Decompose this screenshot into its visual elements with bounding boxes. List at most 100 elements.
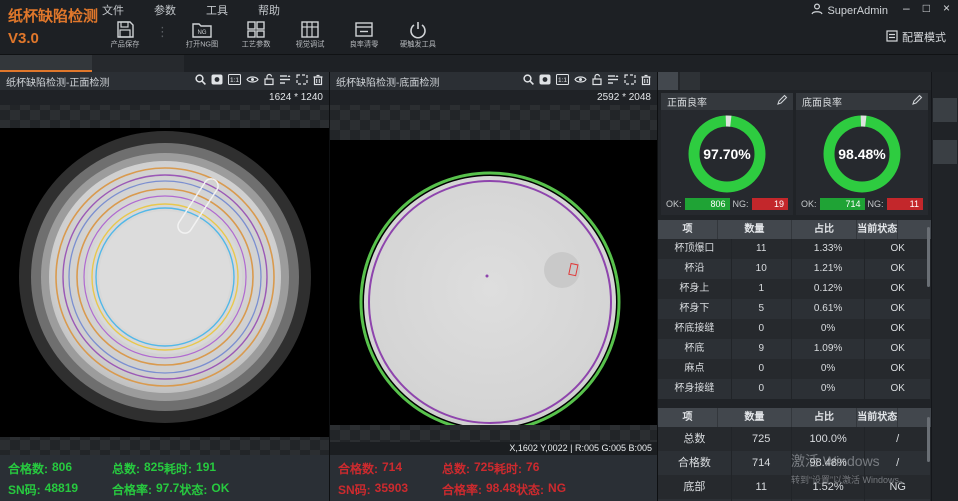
- table-row[interactable]: 底部111.52%NG: [658, 475, 931, 499]
- yield-gauge-card: 底面良率 98.48% OK: 714 NG: 1: [796, 93, 928, 215]
- front-stats: 合格数:806总数:825耗时:191 SN码:48819合格率:97.7状态:…: [0, 455, 329, 501]
- menu-item[interactable]: 文件: [102, 2, 124, 18]
- panel-tab[interactable]: [680, 72, 700, 90]
- toolbar-divider: ⋮: [156, 24, 169, 40]
- fit-icon[interactable]: [211, 74, 223, 88]
- user-area[interactable]: SuperAdmin: [811, 3, 888, 18]
- yield-reset-label: 良率清零: [350, 40, 379, 50]
- front-image[interactable]: [0, 128, 329, 437]
- save-product-label: 产品保存: [111, 40, 140, 50]
- table-header-cell: 占比: [792, 220, 858, 239]
- trash-icon[interactable]: [313, 74, 323, 88]
- menu-item[interactable]: 帮助: [258, 2, 280, 18]
- bottom-cup-graphic: [330, 140, 657, 425]
- vision-debug-button[interactable]: 视觉调试: [285, 21, 335, 50]
- zoom-icon[interactable]: [195, 74, 206, 88]
- ok-label: OK:: [801, 199, 817, 209]
- one-to-one-icon[interactable]: 1:1: [556, 74, 569, 88]
- main-tab[interactable]: [92, 55, 184, 72]
- crop-icon[interactable]: [296, 74, 308, 88]
- svg-text:98.48%: 98.48%: [838, 146, 886, 162]
- config-mode-button[interactable]: 配置模式: [886, 29, 946, 45]
- process-params-button[interactable]: 工艺参数: [231, 21, 281, 50]
- table-row[interactable]: 杯身下50.61%OK: [658, 299, 931, 319]
- yield-gauge-card: 正面良率 97.70% OK: 806 NG: 1: [661, 93, 793, 215]
- edit-pencil-icon[interactable]: [777, 95, 787, 108]
- bottom-image[interactable]: [330, 140, 657, 425]
- ok-count: 714: [820, 198, 865, 210]
- yield-reset-button[interactable]: 良率清零: [339, 21, 389, 50]
- table-header-cell: 当前状态: [857, 220, 898, 239]
- table-row[interactable]: 合格数71498.48%/: [658, 451, 931, 475]
- summary-scrollbar[interactable]: [927, 417, 930, 462]
- table-header-cell: 项: [658, 220, 718, 239]
- defect-table-body: 杯顶爆口111.33%OK 杯沿101.21%OK 杯身上10.12%OK 杯身…: [658, 239, 931, 399]
- gauge-donut: 97.70%: [661, 110, 793, 198]
- main-tab[interactable]: [0, 55, 92, 72]
- hard-trigger-button[interactable]: 硬触发工具: [393, 21, 443, 50]
- table-row[interactable]: 杯顶爆口111.33%OK: [658, 239, 931, 259]
- svg-text:1:1: 1:1: [558, 77, 567, 84]
- table-row[interactable]: 总数725100.0%/: [658, 427, 931, 451]
- levels-icon[interactable]: [607, 74, 619, 88]
- table-header-cell: 当前状态: [857, 408, 898, 427]
- window-controls: – □ ×: [903, 1, 950, 15]
- crop-icon[interactable]: [624, 74, 636, 88]
- open-ng-folder-icon: NG: [192, 21, 212, 38]
- table-row[interactable]: 杯身上10.12%OK: [658, 279, 931, 299]
- menu-item[interactable]: 参数: [154, 2, 176, 18]
- front-viewer-title: 纸杯缺陷检测-正面检测: [6, 74, 195, 89]
- side-tab[interactable]: [933, 140, 957, 164]
- one-to-one-icon[interactable]: 1:1: [228, 74, 241, 88]
- table-row[interactable]: 麻点00%OK: [658, 359, 931, 379]
- stat-item: 合格率:97.7: [112, 481, 179, 498]
- minimize-button[interactable]: –: [903, 1, 910, 15]
- workspace: 纸杯缺陷检测-正面检测 1:1 1624 * 1240: [0, 72, 958, 501]
- front-cup-graphic: [0, 128, 329, 437]
- front-viewer-header: 纸杯缺陷检测-正面检测 1:1: [0, 72, 329, 90]
- svg-text:1:1: 1:1: [230, 77, 239, 84]
- user-icon: [811, 3, 823, 18]
- yield-gauges: 正面良率 97.70% OK: 806 NG: 1: [658, 90, 931, 217]
- table-row[interactable]: 杯身接缝00%OK: [658, 379, 931, 399]
- unlock-icon[interactable]: [264, 74, 274, 88]
- table-header-cell: 数量: [718, 220, 792, 239]
- stat-item: 耗时:76: [494, 460, 539, 477]
- ok-count: 806: [685, 198, 730, 210]
- fit-icon[interactable]: [539, 74, 551, 88]
- bottom-resolution: 2592 * 2048: [597, 92, 651, 103]
- side-tab[interactable]: [933, 98, 957, 122]
- user-name: SuperAdmin: [827, 5, 888, 17]
- stat-item: SN码:35903: [338, 481, 442, 498]
- table-row[interactable]: 杯沿101.21%OK: [658, 259, 931, 279]
- defect-table: 项数量占比当前状态 杯顶爆口111.33%OK 杯沿101.21%OK 杯身上1…: [658, 220, 931, 399]
- trash-icon[interactable]: [641, 74, 651, 88]
- zoom-icon[interactable]: [523, 74, 534, 88]
- table-row[interactable]: 杯底接缝00%OK: [658, 319, 931, 339]
- edit-pencil-icon[interactable]: [912, 95, 922, 108]
- stat-item: 总数:725: [442, 460, 494, 477]
- panel-tab[interactable]: [658, 72, 678, 90]
- menu-item[interactable]: 工具: [206, 2, 228, 18]
- eye-icon[interactable]: [574, 74, 587, 88]
- bottom-image-area[interactable]: 2592 * 2048: [330, 90, 657, 455]
- front-image-area[interactable]: 1624 * 1240: [0, 90, 329, 455]
- app-logo: 纸杯缺陷检测 V3.0: [8, 6, 98, 50]
- close-button[interactable]: ×: [943, 1, 950, 15]
- open-ng-label: 打开NG图: [186, 40, 218, 50]
- front-viewer-toolbar: 1:1: [195, 74, 323, 88]
- stat-item: 状态:NG: [516, 481, 566, 498]
- open-ng-button[interactable]: NG 打开NG图: [177, 21, 227, 50]
- eye-icon[interactable]: [246, 74, 259, 88]
- unlock-icon[interactable]: [592, 74, 602, 88]
- table-row[interactable]: 杯底91.09%OK: [658, 339, 931, 359]
- table-scrollbar[interactable]: [927, 227, 930, 287]
- levels-icon[interactable]: [279, 74, 291, 88]
- yield-reset-icon: [355, 21, 373, 38]
- save-product-button[interactable]: 产品保存: [100, 21, 150, 50]
- gauge-title: 正面良率: [667, 94, 777, 109]
- maximize-button[interactable]: □: [923, 1, 930, 15]
- front-resolution-strip: 1624 * 1240: [0, 90, 329, 105]
- bottom-stats: 合格数:714总数:725耗时:76 SN码:35903合格率:98.48状态:…: [330, 455, 657, 501]
- hard-trigger-icon: [409, 21, 427, 38]
